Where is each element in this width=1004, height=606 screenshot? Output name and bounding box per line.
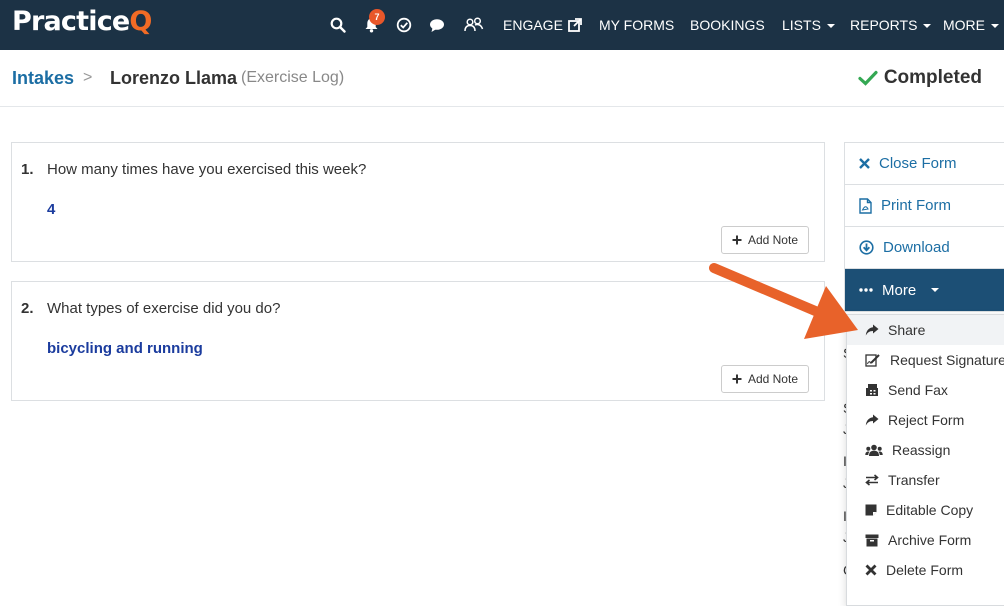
page-header: Intakes > Lorenzo Llama (Exercise Log) C…: [0, 50, 1004, 107]
close-icon: [859, 158, 870, 169]
annotation-arrow-icon: [709, 263, 858, 339]
add-note-button[interactable]: Add Note: [720, 226, 809, 254]
delete-icon: [865, 564, 877, 576]
nav-bookings[interactable]: BOOKINGS: [690, 17, 765, 33]
question-number: 1.: [21, 161, 34, 178]
nav-reports[interactable]: REPORTS: [850, 17, 932, 33]
close-form-button[interactable]: Close Form: [845, 143, 1004, 185]
more-dropdown-menu: Share Request Signature Send Fax Reject …: [846, 314, 1004, 606]
search-icon[interactable]: [327, 14, 349, 36]
download-circle-icon: [859, 240, 874, 255]
archive-icon: [865, 534, 879, 546]
signature-icon: [865, 354, 880, 367]
fax-icon: [866, 384, 878, 396]
caret-down-icon: [826, 24, 835, 29]
users-icon: [865, 444, 883, 456]
menu-item-transfer[interactable]: Transfer: [847, 465, 1004, 495]
caret-down-icon: [991, 24, 999, 29]
menu-item-request-signature[interactable]: Request Signature: [847, 345, 1004, 375]
nav-more[interactable]: MORE: [943, 17, 999, 33]
status-label: Completed: [883, 67, 982, 88]
question-text: What types of exercise did you do?: [47, 300, 281, 317]
question-number: 2.: [21, 300, 34, 317]
reject-icon: [865, 414, 879, 426]
breadcrumb-intakes-link[interactable]: Intakes: [12, 68, 74, 89]
question-card: 1. How many times have you exercised thi…: [11, 142, 825, 262]
nav-lists[interactable]: LISTS: [782, 17, 835, 33]
practiceq-logo[interactable]: PracticeQ: [12, 6, 152, 37]
menu-item-send-fax[interactable]: Send Fax: [847, 375, 1004, 405]
client-name: Lorenzo Llama: [110, 68, 238, 88]
note-icon: [865, 504, 877, 516]
breadcrumb-separator: >: [83, 69, 93, 86]
external-link-icon: [568, 18, 582, 32]
nav-my-forms[interactable]: MY FORMS: [599, 17, 674, 33]
caret-down-icon: [923, 24, 932, 29]
menu-item-archive-form[interactable]: Archive Form: [847, 525, 1004, 555]
print-form-button[interactable]: Print Form: [845, 185, 1004, 227]
plus-icon: [732, 374, 742, 384]
top-navbar: PracticeQ 7 ENGAGE MY FORMS BOOKINGS LIS…: [0, 0, 1004, 50]
menu-item-reassign[interactable]: Reassign: [847, 435, 1004, 465]
plus-icon: [732, 235, 742, 245]
menu-item-editable-copy[interactable]: Editable Copy: [847, 495, 1004, 525]
question-text: How many times have you exercised this w…: [47, 161, 367, 178]
menu-item-delete-form[interactable]: Delete Form: [847, 555, 1004, 585]
question-answer: bicycling and running: [47, 340, 203, 357]
notification-badge: 7: [369, 9, 385, 25]
check-circle-icon[interactable]: [393, 14, 415, 36]
status-badge: Completed: [858, 67, 982, 89]
nav-engage[interactable]: ENGAGE: [503, 17, 582, 33]
question-answer: 4: [47, 201, 56, 218]
caret-down-icon: [931, 288, 940, 292]
users-icon[interactable]: [463, 14, 485, 36]
menu-item-reject-form[interactable]: Reject Form: [847, 405, 1004, 435]
add-note-button[interactable]: Add Note: [720, 365, 809, 393]
pdf-icon: [859, 197, 872, 214]
chat-icon[interactable]: [426, 14, 448, 36]
transfer-icon: [865, 474, 879, 486]
menu-item-share[interactable]: Share: [847, 315, 1004, 345]
checkmark-icon: [858, 70, 878, 86]
form-name: (Exercise Log): [241, 69, 345, 86]
